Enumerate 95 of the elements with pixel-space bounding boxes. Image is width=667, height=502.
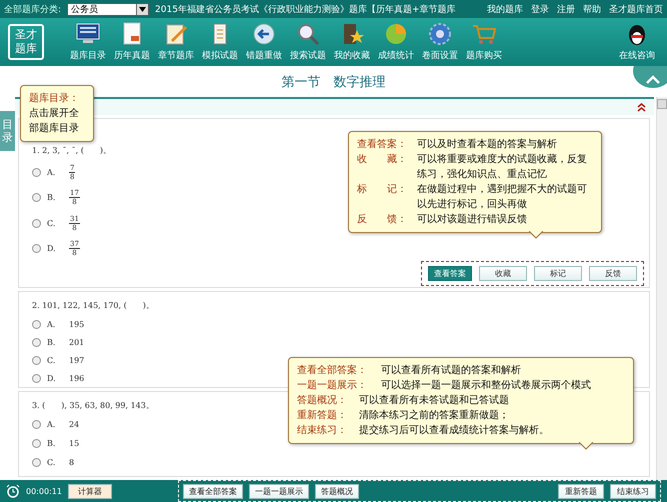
online-consult-button[interactable]: 在线咨询 bbox=[615, 19, 659, 65]
option-value: 196 bbox=[69, 374, 84, 382]
tooltip-text: 可以对该题进行错误反馈 bbox=[417, 212, 528, 227]
header-link[interactable]: 登录 bbox=[531, 2, 549, 16]
tooltip-term: 一题一题展示： bbox=[297, 379, 368, 393]
header-link[interactable]: 我的题库 bbox=[487, 2, 523, 16]
tooltip-term: 结束练习： bbox=[297, 424, 348, 438]
toolbar-button[interactable]: 错题重做 bbox=[242, 19, 286, 65]
tooltip-text: 可以选择一题一题展示和整份试卷展示两个模式 bbox=[381, 378, 592, 393]
radio-button[interactable] bbox=[32, 320, 41, 328]
timer: 00:00:11 bbox=[26, 486, 62, 496]
option-value: 8 bbox=[69, 458, 74, 467]
tooltip-term: 答题概况： bbox=[297, 394, 348, 408]
radio-button[interactable] bbox=[32, 374, 41, 382]
toolbar-button[interactable]: 题库目录 bbox=[66, 19, 110, 65]
chevron-up-icon bbox=[646, 75, 660, 84]
tooltip-term: 反 馈： bbox=[357, 213, 408, 227]
category-select[interactable]: 公务员 bbox=[67, 2, 150, 16]
tooltip-term: 收 藏： bbox=[357, 152, 408, 167]
option-letter: A. bbox=[47, 168, 56, 178]
option-value: 195 bbox=[69, 320, 84, 328]
tooltip-text: 可以查看所有未答试题和已答试题 bbox=[359, 394, 510, 408]
header-link[interactable]: 圣才题库首页 bbox=[609, 2, 663, 16]
shopping-cart-icon bbox=[471, 22, 497, 46]
option-value: 197 bbox=[69, 356, 84, 364]
radio-button[interactable] bbox=[32, 458, 41, 467]
option-letter: A. bbox=[47, 320, 56, 328]
option-letter: B. bbox=[47, 338, 56, 346]
radio-button[interactable] bbox=[32, 356, 41, 364]
header-link[interactable]: 注册 bbox=[557, 2, 575, 16]
tooltip-term: 查看答案： bbox=[357, 138, 408, 152]
radio-button[interactable] bbox=[32, 439, 41, 448]
option-value: 24 bbox=[69, 420, 80, 429]
tooltip-text: 清除本练习之前的答案重新做题； bbox=[359, 408, 510, 423]
category-label: 全部题库分类: bbox=[4, 4, 62, 16]
question-action-button[interactable]: 查看答案 bbox=[428, 266, 472, 281]
toolbar-button[interactable]: 搜索试题 bbox=[286, 19, 330, 65]
option-letter: D. bbox=[47, 374, 57, 382]
alarm-clock-icon bbox=[6, 484, 20, 498]
tooltip-term: 题库目录： bbox=[29, 92, 80, 106]
calculator-button[interactable]: 计算器 bbox=[68, 484, 112, 498]
exam-title: 2015年福建省公务员考试《行政职业能力测验》题库【历年真题+章节题库 bbox=[155, 4, 456, 16]
tooltip-text: 可以查看所有试题的答案和解析 bbox=[381, 364, 522, 378]
tooltip-term: 查看全部答案： bbox=[297, 364, 368, 378]
option-letter: A. bbox=[47, 420, 56, 429]
question-stem: 1. 2, 3, ˉ, ˉ, ( )。 bbox=[32, 145, 111, 156]
tooltip-text: 可以将重要或难度大的试题收藏，反复练习，强化知识点、重点记忆 bbox=[417, 152, 588, 182]
toolbar-button[interactable]: 章节题库 bbox=[154, 19, 198, 65]
tooltip-text: 提交练习后可以查看成绩统计答案与解析。 bbox=[359, 424, 550, 438]
radio-button[interactable] bbox=[32, 244, 41, 253]
pie-chart-icon bbox=[383, 22, 409, 46]
radio-button[interactable] bbox=[32, 168, 41, 178]
question-stem: 3. ( ), 35, 63, 80, 99, 143。 bbox=[32, 400, 154, 411]
header-link[interactable]: 帮助 bbox=[583, 2, 601, 16]
tooltip-text: 点击展开全部题库目录 bbox=[29, 106, 80, 136]
question-action-button[interactable]: 反馈 bbox=[589, 266, 637, 281]
dropdown-arrow-icon bbox=[139, 6, 146, 12]
option-letter: B. bbox=[47, 193, 56, 202]
double-chevron-up-icon[interactable] bbox=[637, 102, 646, 112]
toolbar-button[interactable]: 卷面设置 bbox=[418, 19, 462, 65]
question-action-button[interactable]: 收藏 bbox=[479, 266, 527, 281]
tooltip-term: 标 记： bbox=[357, 182, 408, 197]
option-letter: C. bbox=[47, 458, 56, 467]
search-icon bbox=[295, 22, 321, 46]
footer-button[interactable]: 结束练习 bbox=[610, 484, 656, 498]
toolbar-button[interactable]: 我的收藏 bbox=[330, 19, 374, 65]
radio-button[interactable] bbox=[32, 193, 41, 202]
toolbar-button[interactable]: 成绩统计 bbox=[374, 19, 418, 65]
option-letter: C. bbox=[47, 356, 56, 364]
option-letter: C. bbox=[47, 218, 56, 228]
option-value: 201 bbox=[69, 338, 84, 346]
section-title: 第一节 数字推理 bbox=[282, 74, 386, 90]
footer-button[interactable]: 重新答题 bbox=[558, 484, 604, 498]
logo: 圣才 题库 bbox=[8, 24, 44, 60]
gear-icon bbox=[427, 22, 453, 46]
option-value: 15 bbox=[69, 439, 80, 448]
tooltip-text: 在做题过程中，遇到把握不大的试题可以先进行标记，回头再做 bbox=[417, 182, 588, 212]
radio-button[interactable] bbox=[32, 420, 41, 429]
scrollbar[interactable] bbox=[656, 97, 667, 480]
tooltip-text: 可以及时查看本题的答案与解析 bbox=[417, 138, 558, 152]
option-letter: B. bbox=[47, 439, 56, 448]
toolbar-button[interactable]: 历年真题 bbox=[110, 19, 154, 65]
option-letter: D. bbox=[47, 244, 57, 253]
radio-button[interactable] bbox=[32, 218, 41, 228]
penguin-icon bbox=[626, 22, 648, 46]
question-stem: 2. 101, 122, 145, 170, ( )。 bbox=[32, 300, 154, 311]
monitor-icon bbox=[75, 22, 101, 46]
toolbar-button[interactable]: 模拟试题 bbox=[198, 19, 242, 65]
footer-button[interactable]: 答题概况 bbox=[314, 484, 359, 498]
tooltip-term: 重新答题： bbox=[297, 408, 348, 423]
radio-button[interactable] bbox=[32, 338, 41, 346]
footer-button[interactable]: 查看全部答案 bbox=[182, 484, 243, 498]
question-action-button[interactable]: 标记 bbox=[534, 266, 582, 281]
footer-button[interactable]: 一题一题展示 bbox=[248, 484, 309, 498]
toolbar-button[interactable]: 题库购买 bbox=[462, 19, 506, 65]
